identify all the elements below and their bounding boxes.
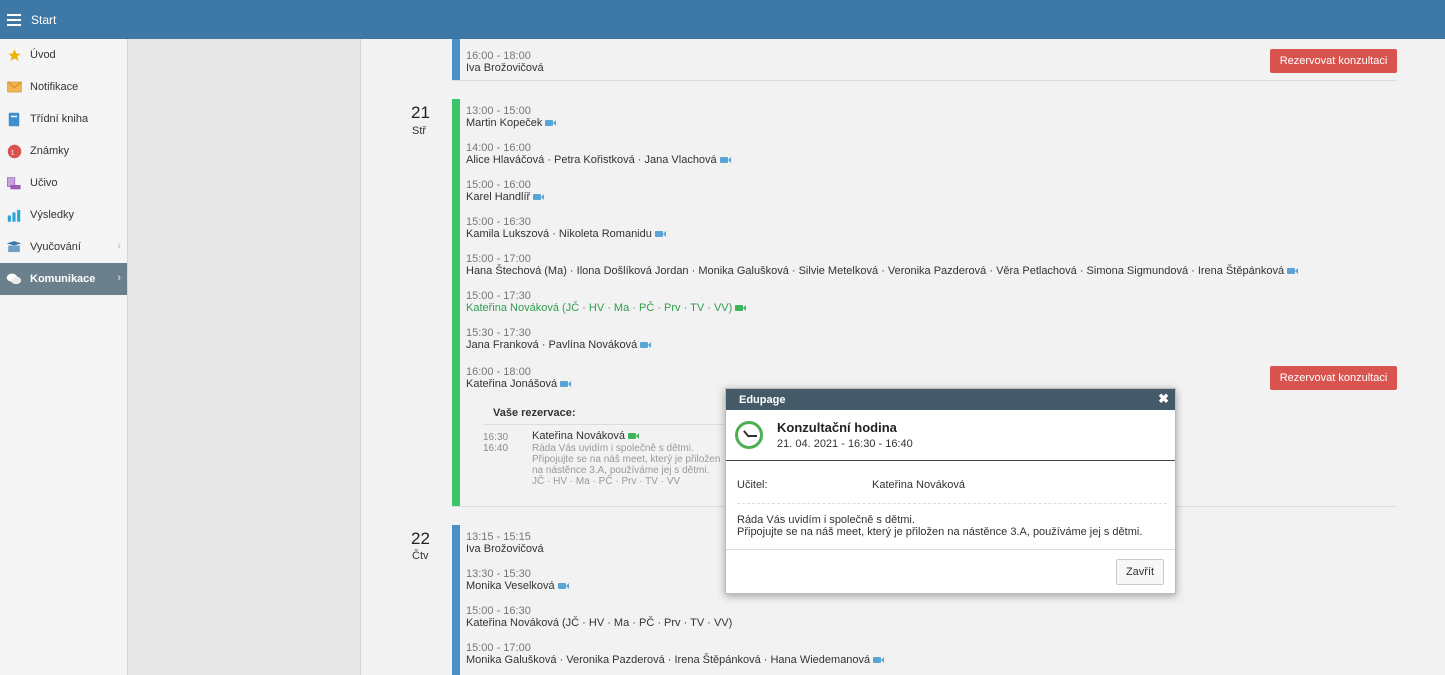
- reservation-item[interactable]: 16:30 16:40 Kateřina Nováková Ráda Vás u…: [483, 424, 743, 487]
- slot[interactable]: 13:15 - 15:15 Iva Brožovičová: [466, 531, 544, 555]
- curriculum-icon: [6, 175, 22, 191]
- slot[interactable]: 15:00 - 16:30 Kamila Lukszová · Nikoleta…: [466, 216, 666, 240]
- grades-icon: 1: [6, 143, 22, 159]
- chevron-right-icon: ›: [117, 240, 121, 252]
- sidebar-item-komunikace[interactable]: Komunikace ›: [0, 263, 127, 295]
- slot[interactable]: 15:00 - 17:00 Monika Galušková · Veronik…: [466, 642, 885, 666]
- video-icon: [873, 657, 885, 664]
- sidebar-item-notifikace[interactable]: Notifikace: [0, 71, 127, 103]
- slot[interactable]: 15:00 - 17:00 Hana Štechová (Ma) · Ilona…: [466, 253, 1299, 277]
- svg-text:1: 1: [10, 149, 14, 156]
- sidebar-item-vyucovani[interactable]: Vyučování ›: [0, 231, 127, 263]
- slot[interactable]: 15:30 - 17:30 Jana Franková · Pavlína No…: [466, 327, 652, 351]
- reserve-consultation-button[interactable]: Rezervovat konzultaci: [1270, 366, 1397, 390]
- book-icon: [6, 111, 22, 127]
- envelope-icon: [6, 79, 22, 95]
- teacher-name: Kateřina Nováková: [872, 479, 965, 491]
- clock-icon: [735, 421, 763, 449]
- my-reservations: Vaše rezervace: 16:30 16:40 Kateřina Nov…: [483, 407, 743, 487]
- day-number: 22: [411, 529, 430, 548]
- slot[interactable]: 13:30 - 15:30 Monika Veselková: [466, 568, 569, 592]
- video-icon: [627, 433, 639, 440]
- sidebar-item-label: Výsledky: [30, 209, 75, 221]
- video-icon: [557, 583, 569, 590]
- video-icon: [560, 381, 572, 388]
- slot[interactable]: 14:00 - 16:00 Alice Hlaváčová · Petra Ko…: [466, 142, 731, 166]
- close-icon[interactable]: ✖: [1158, 391, 1169, 407]
- day-bar: [452, 525, 460, 675]
- sidebar-item-label: Třídní kniha: [30, 113, 89, 125]
- slot-reserved[interactable]: 15:00 - 17:30 Kateřina Nováková (JČ · HV…: [466, 290, 747, 314]
- reserve-consultation-button[interactable]: Rezervovat konzultaci: [1270, 49, 1397, 73]
- sidebar-item-label: Komunikace: [30, 273, 96, 285]
- menu-icon[interactable]: [7, 14, 21, 26]
- reservations-title: Vaše rezervace:: [493, 407, 576, 419]
- chat-icon: [6, 271, 22, 287]
- slot[interactable]: 16:00 - 18:00 Iva Brožovičová: [466, 50, 544, 74]
- sidebar-item-label: Známky: [30, 145, 70, 157]
- top-bar: Start: [0, 0, 1445, 39]
- dialog-datetime: 21. 04. 2021 - 16:30 - 16:40: [777, 438, 913, 450]
- video-icon: [719, 157, 731, 164]
- sidebar-item-label: Vyučování: [30, 241, 81, 253]
- video-icon: [640, 342, 652, 349]
- sidebar-item-label: Učivo: [30, 177, 58, 189]
- slot[interactable]: 15:00 - 16:00 Karel Handlíř: [466, 179, 545, 203]
- sidebar-item-vysledky[interactable]: Výsledky: [0, 199, 127, 231]
- chevron-right-icon: ›: [117, 272, 121, 284]
- sidebar-item-label: Úvod: [30, 49, 56, 61]
- day-bar: [452, 39, 460, 80]
- video-icon: [545, 120, 557, 127]
- slot[interactable]: 13:00 - 15:00 Martin Kopeček: [466, 105, 557, 129]
- star-icon: [6, 47, 22, 63]
- slot[interactable]: 16:00 - 18:00 Kateřina Jonášová: [466, 366, 572, 390]
- video-icon: [533, 194, 545, 201]
- dialog-message: Ráda Vás uvidím i společně s dětmi. Přip…: [737, 514, 1143, 538]
- teaching-icon: [6, 239, 22, 255]
- day-name: Čtv: [412, 550, 429, 562]
- consultation-dialog: Edupage ✖ Konzultační hodina 21. 04. 202…: [725, 388, 1176, 594]
- divider: [452, 80, 1397, 81]
- bar-chart-icon: [6, 207, 22, 223]
- video-icon: [654, 231, 666, 238]
- day-number: 21: [411, 103, 430, 122]
- dialog-title: Konzultační hodina: [777, 420, 897, 435]
- sidebar: Úvod Notifikace Třídní kniha 1 Známky Uč…: [0, 39, 128, 675]
- dialog-header: Edupage ✖: [726, 389, 1175, 410]
- sidebar-item-tridni-kniha[interactable]: Třídní kniha: [0, 103, 127, 135]
- slot[interactable]: 15:00 - 16:30 Kateřina Nováková (JČ · HV…: [466, 605, 732, 629]
- dialog-footer: Zavřít: [726, 549, 1175, 593]
- day-name: Stř: [412, 125, 427, 137]
- sidebar-item-uvod[interactable]: Úvod: [0, 39, 127, 71]
- teacher-row: Učitel: Kateřina Nováková: [737, 479, 1167, 504]
- video-icon: [1287, 268, 1299, 275]
- sidebar-item-label: Notifikace: [30, 81, 79, 93]
- sidebar-item-ucivo[interactable]: Učivo: [0, 167, 127, 199]
- day-bar: [452, 99, 460, 506]
- page-title[interactable]: Start: [31, 13, 56, 27]
- secondary-panel: [128, 39, 361, 675]
- sidebar-item-znamky[interactable]: 1 Známky: [0, 135, 127, 167]
- video-icon: [735, 305, 747, 312]
- close-button[interactable]: Zavřít: [1116, 559, 1164, 585]
- teacher-label: Učitel:: [737, 479, 768, 491]
